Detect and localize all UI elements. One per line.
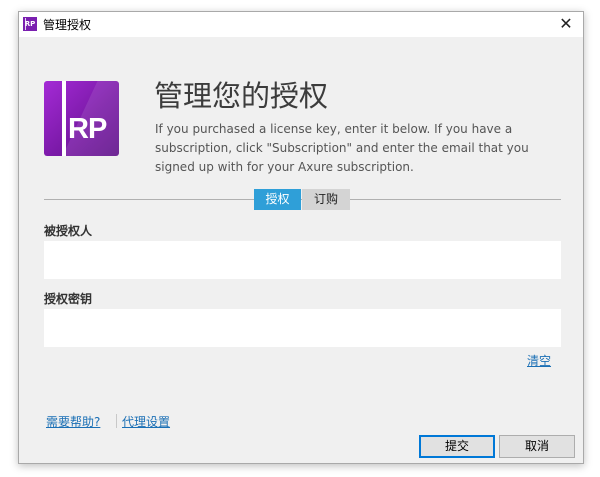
cancel-button[interactable]: 取消 [499, 435, 575, 458]
logo-text: RP [68, 113, 107, 145]
licensee-label: 被授权人 [44, 224, 93, 238]
window-title: 管理授权 [43, 18, 92, 32]
license-dialog: RP 管理授权 ✕ RP 管理您的授权 If you purchased a l… [18, 11, 584, 464]
proxy-settings-link[interactable]: 代理设置 [122, 413, 170, 430]
submit-button[interactable]: 提交 [419, 435, 495, 458]
link-divider [116, 414, 117, 428]
licensee-input[interactable] [44, 241, 561, 279]
clear-link[interactable]: 清空 [527, 352, 551, 369]
license-key-input[interactable] [44, 309, 561, 347]
axure-app-icon: RP [23, 17, 37, 31]
license-key-label: 授权密钥 [44, 292, 93, 306]
close-button[interactable]: ✕ [557, 14, 575, 34]
axure-rp-logo: RP [44, 81, 119, 156]
logo-stripe [62, 81, 66, 156]
title-bar: RP 管理授权 ✕ [19, 12, 583, 37]
help-link[interactable]: 需要帮助? [46, 413, 100, 430]
tab-license[interactable]: 授权 [254, 189, 301, 210]
description-text: If you purchased a license key, enter it… [155, 122, 529, 174]
page-title: 管理您的授权 [154, 79, 329, 113]
tab-subscription[interactable]: 订购 [302, 189, 350, 210]
